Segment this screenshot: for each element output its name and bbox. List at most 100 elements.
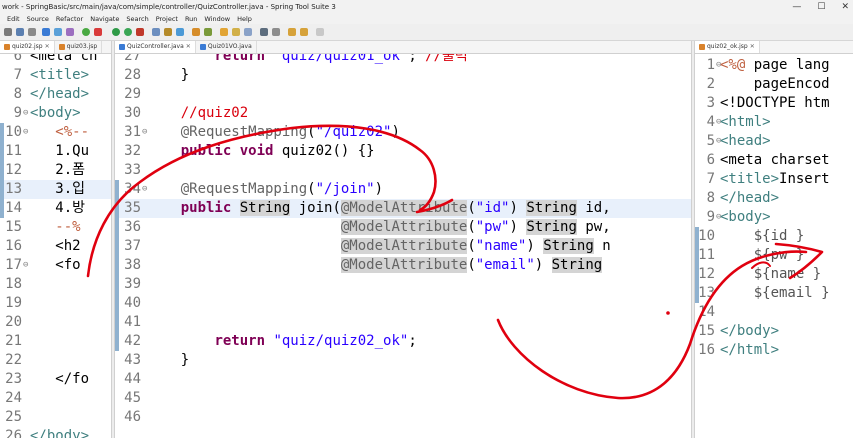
server-icon[interactable] [42,28,50,36]
menu-run[interactable]: Run [185,14,197,24]
close-tab-icon[interactable]: ✕ [45,41,50,53]
code-line[interactable]: 33 [115,161,691,180]
code-line[interactable]: 21 [0,332,111,351]
save-all-icon[interactable] [28,28,36,36]
folder-icon[interactable] [232,28,240,36]
left-code-editor[interactable]: 6 <meta ch 7 <title> 8 </head> 9 ⊖ <body> 10 ⊖ <%-… [0,54,111,438]
code-line[interactable]: 23 </fo [0,370,111,389]
debug-icon[interactable] [112,28,120,36]
code-line[interactable]: 14 [695,303,853,322]
fold-icon[interactable]: ⊖ [23,123,28,142]
code-line[interactable]: 2 pageEncod [695,75,853,94]
close-button[interactable]: ✕ [841,0,849,14]
code-line[interactable]: 10 ${id } [695,227,853,246]
menu-window[interactable]: Window [204,14,230,24]
code-line[interactable]: 6 <meta charset [695,151,853,170]
fold-icon[interactable]: ⊖ [23,104,28,123]
code-line[interactable]: 20 [0,313,111,332]
code-line[interactable]: 38 @ModelAttribute("email") String [115,256,691,275]
tab-quizcontroller-java[interactable]: QuizController.java ✕ [115,41,196,53]
code-line[interactable]: 41 [115,313,691,332]
menu-source[interactable]: Source [27,14,49,24]
code-line[interactable]: 25 [0,408,111,427]
code-line[interactable]: 10 ⊖ <%-- [0,123,111,142]
new-class-icon[interactable] [176,28,184,36]
annotation-prev-icon[interactable] [272,28,280,36]
code-line[interactable]: 12 2.폼 [0,161,111,180]
close-tab-icon[interactable]: ✕ [186,41,191,53]
code-line[interactable]: 46 [115,408,691,427]
code-line[interactable]: 4 ⊖ <html> [695,113,853,132]
center-code-editor[interactable]: 27 return "quiz/quiz01_ok"; //출력 28 } 29 30… [115,54,691,438]
code-line[interactable]: 35 public String join(@ModelAttribute("i… [115,199,691,218]
code-line[interactable]: 37 @ModelAttribute("name") String n [115,237,691,256]
code-line[interactable]: 36 @ModelAttribute("pw") String pw, [115,218,691,237]
start-server-icon[interactable] [82,28,90,36]
external-tools-icon[interactable] [136,28,144,36]
code-line[interactable]: 39 [115,275,691,294]
code-line[interactable]: 15 --% [0,218,111,237]
back-icon[interactable] [288,28,296,36]
window-icon[interactable] [54,28,62,36]
code-line[interactable]: 44 [115,370,691,389]
tab-quiz02-jsp[interactable]: quiz02.jsp ✕ [0,41,55,53]
code-line[interactable]: 12 ${name } [695,265,853,284]
code-line[interactable]: 16 <h2 [0,237,111,256]
menu-project[interactable]: Project [156,14,178,24]
forward-icon[interactable] [300,28,308,36]
code-line[interactable]: 40 [115,294,691,313]
code-line[interactable]: 22 [0,351,111,370]
code-line[interactable]: 3 <!DOCTYPE htm [695,94,853,113]
code-line[interactable]: 11 1.Qu [0,142,111,161]
code-line[interactable]: 9 ⊖ <body> [695,208,853,227]
pin-editor-icon[interactable] [316,28,324,36]
menu-refactor[interactable]: Refactor [56,14,83,24]
toggle-mark-icon[interactable] [244,28,252,36]
code-line[interactable]: 43 } [115,351,691,370]
maximize-button[interactable]: ☐ [817,0,825,14]
minimize-button[interactable]: — [792,0,801,14]
close-tab-icon[interactable]: ✕ [750,41,755,53]
code-line[interactable]: 11 ${pw } [695,246,853,265]
code-line[interactable]: 29 [115,85,691,104]
code-line[interactable]: 13 ${email } [695,284,853,303]
search-icon[interactable] [204,28,212,36]
code-line[interactable]: 9 ⊖ <body> [0,104,111,123]
tab-quiz02-ok-jsp[interactable]: quiz02_ok.jsp ✕ [695,41,760,53]
code-line[interactable]: 31 ⊖ @RequestMapping("/quiz02") [115,123,691,142]
stop-server-icon[interactable] [94,28,102,36]
tab-quiz01vo-java[interactable]: Quiz01VO.java [196,41,257,53]
code-line[interactable]: 26 </body> [0,427,111,438]
open-folder-icon[interactable] [220,28,228,36]
menu-search[interactable]: Search [126,14,148,24]
code-line[interactable]: 15 </body> [695,322,853,341]
new-java-project-icon[interactable] [152,28,160,36]
code-line[interactable]: 28 } [115,66,691,85]
save-icon[interactable] [16,28,24,36]
code-line[interactable]: 5 ⊖ <head> [695,132,853,151]
menu-navigate[interactable]: Navigate [90,14,119,24]
code-line[interactable]: 8 </head> [695,189,853,208]
code-line[interactable]: 13 3.입 [0,180,111,199]
annotation-next-icon[interactable] [260,28,268,36]
fold-icon[interactable]: ⊖ [23,256,28,275]
code-line[interactable]: 34 ⊖ @RequestMapping("/join") [115,180,691,199]
new-package-icon[interactable] [164,28,172,36]
menu-help[interactable]: Help [237,14,252,24]
code-line[interactable]: 19 [0,294,111,313]
debug-view-icon[interactable] [66,28,74,36]
code-line[interactable]: 14 4.방 [0,199,111,218]
code-line[interactable]: 7 <title> [0,66,111,85]
code-line[interactable]: 27 return "quiz/quiz01_ok"; //출력 [115,54,691,66]
right-code-editor[interactable]: 1 ⊖ <%@ page lang 2 pageEncod 3 <!DOCTYPE htm… [695,54,853,438]
code-line[interactable]: 6 <meta ch [0,54,111,66]
open-type-icon[interactable] [192,28,200,36]
tab-quiz03-jsp[interactable]: quiz03.jsp [55,41,103,53]
code-line[interactable]: 30 //quiz02 [115,104,691,123]
code-line[interactable]: 17 ⊖ <fo [0,256,111,275]
code-line[interactable]: 42 return "quiz/quiz02_ok"; [115,332,691,351]
code-line[interactable]: 18 [0,275,111,294]
code-line[interactable]: 8 </head> [0,85,111,104]
code-line[interactable]: 45 [115,389,691,408]
code-line[interactable]: 32 public void quiz02() {} [115,142,691,161]
